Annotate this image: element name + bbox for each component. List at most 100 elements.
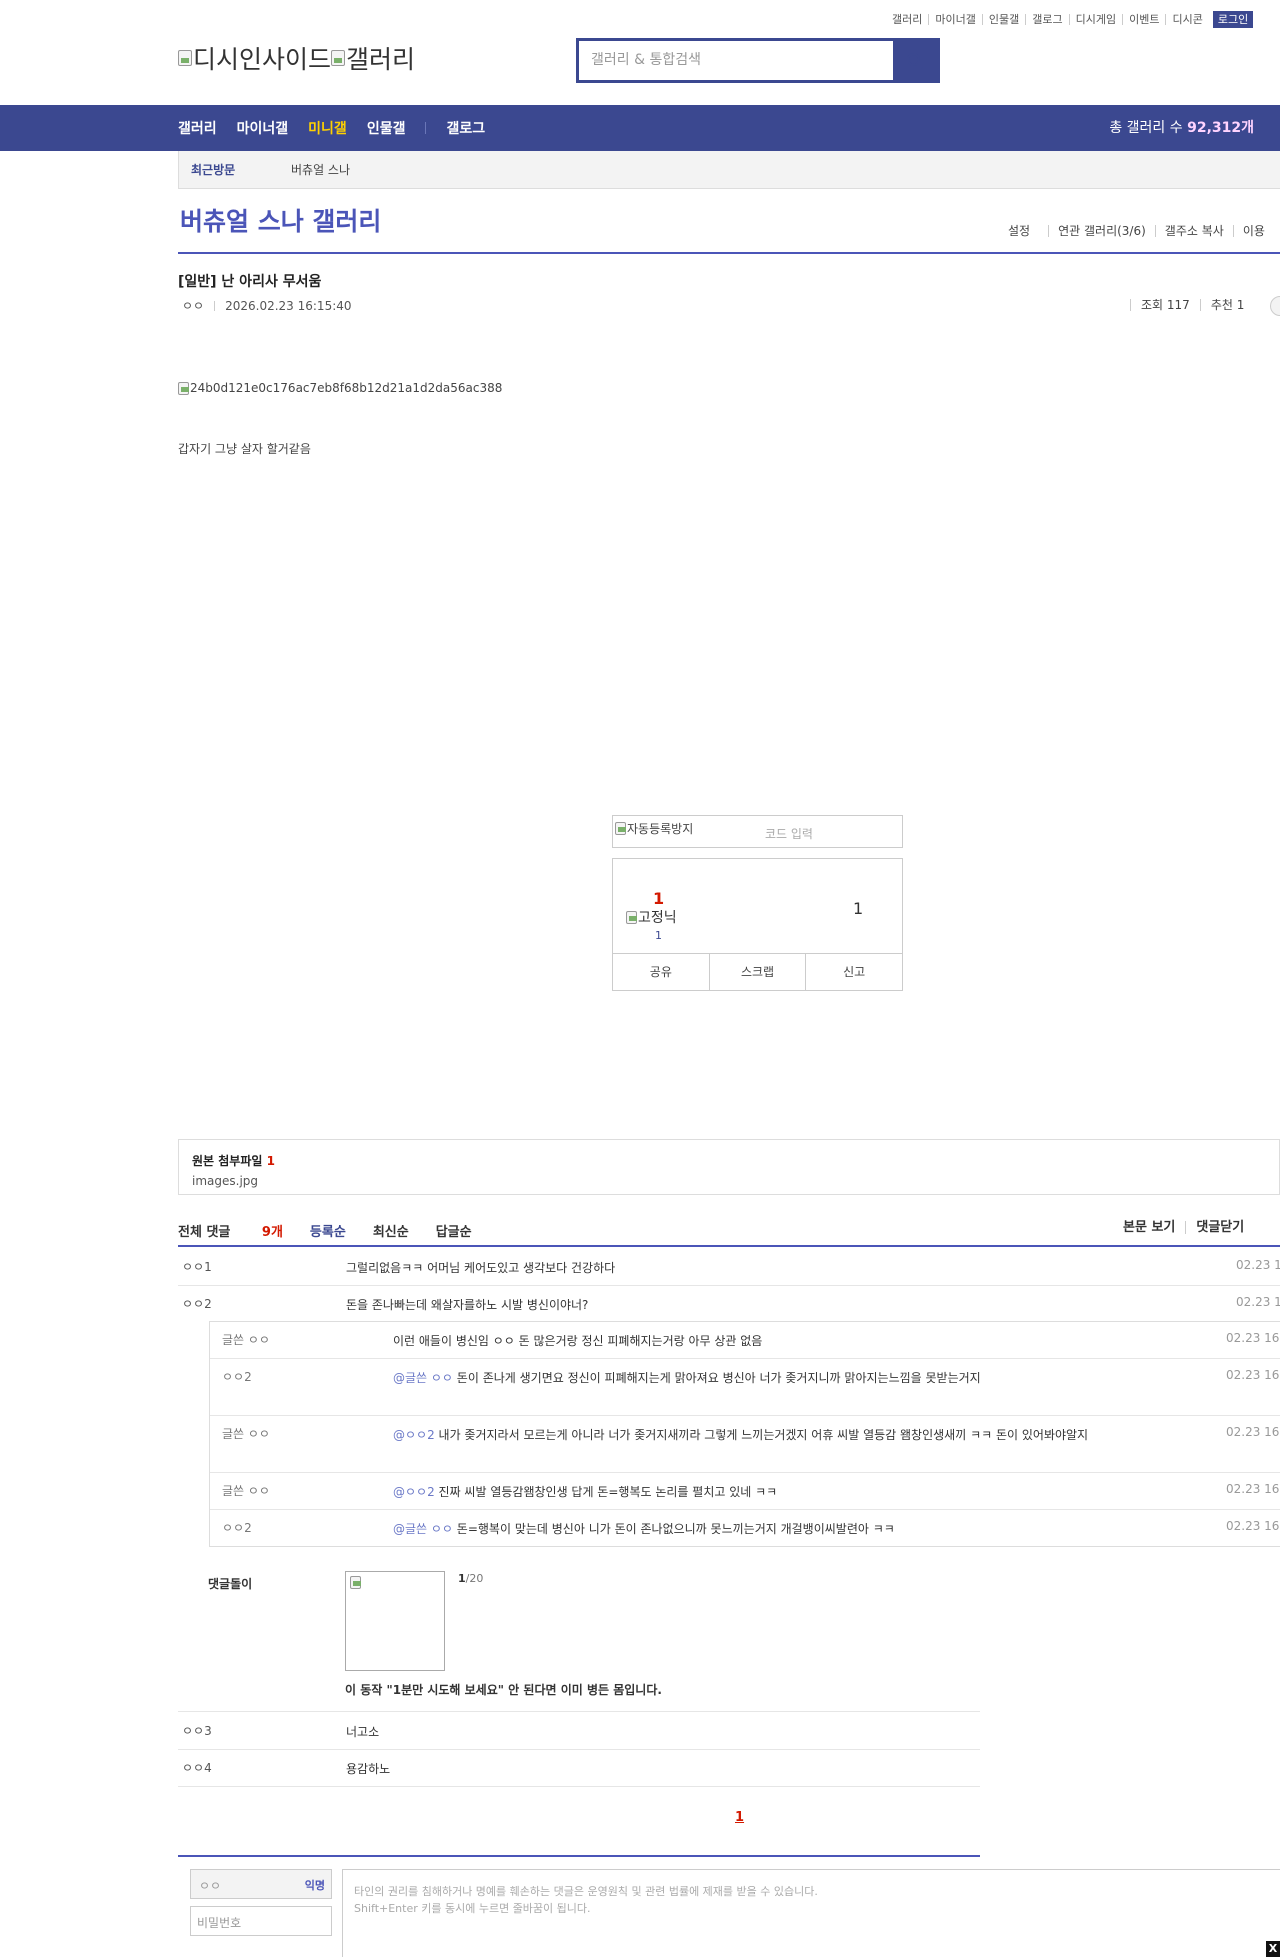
reply-nick[interactable]: ㅇㅇ2 [222,1519,252,1536]
comment-nick[interactable]: ㅇㅇ2 [182,1295,212,1312]
pagination-current[interactable]: 1 [735,1810,744,1825]
reply-nick[interactable]: 글쓴 ㅇㅇ [222,1425,270,1442]
comment-bot-image[interactable] [345,1571,445,1671]
comment-date: 02.23 16 [1236,1295,1280,1309]
reply-date: 02.23 16:2 [1226,1519,1280,1533]
gnb-person[interactable]: 인물갤 [367,118,406,138]
util-gallog-link[interactable]: 갤로그 [1025,14,1068,25]
broken-image-icon [331,50,346,66]
util-event-link[interactable]: 이벤트 [1122,14,1165,25]
view-body-link[interactable]: 본문 보기 [1123,1221,1185,1234]
vote-box: 1 고정닉 1 1 공유 스크랩 신고 [612,858,903,991]
attachment-label: 원본 첨부파일 1 [192,1154,275,1168]
post-body: 갑자기 그냥 살자 할거같음 [178,442,311,456]
fixed-nick-image: 고정닉 [626,907,677,927]
search-icon [907,52,923,69]
attachment-file-link[interactable]: images.jpg [192,1174,1266,1188]
comment-notice: Shift+Enter 키를 동시에 누르면 줄바꿈이 됩니다. [354,1902,591,1915]
usage-link[interactable]: 이용 [1232,225,1274,237]
reply-text: @ㅇㅇ2 내가 좆거지라서 모르는게 아니라 너가 좆거지새끼라 그렇게 느끼는… [393,1428,1089,1442]
gallery-count: 총 갤러리 수 92,312개 [1109,120,1254,136]
settings-link[interactable]: 설정 [1008,225,1048,237]
util-gallery-link[interactable]: 갤러리 [892,14,928,25]
reply-mention[interactable]: @ㅇㅇ2 [393,1485,435,1499]
site-logo[interactable]: 디시인사이드 갤러리 [178,40,415,76]
close-icon[interactable]: X [1266,1941,1280,1957]
comment-nick[interactable]: ㅇㅇ3 [182,1722,212,1739]
comment-textarea[interactable]: 타인의 권리를 침해하거나 명예를 훼손하는 댓글은 운영원칙 및 관련 법률에… [342,1869,1280,1957]
post-image[interactable]: 24b0d121e0c176ac7eb8f68b12d21a1d2da56ac3… [178,381,502,395]
comment-bot-caption: 이 동작 "1분만 시도해 보세요" 안 된다면 이미 병든 몸입니다. [345,1683,662,1697]
sort-registered[interactable]: 등록순 [310,1221,346,1240]
broken-image-icon [626,910,637,924]
util-minor-link[interactable]: 마이너갤 [928,14,981,25]
sort-latest[interactable]: 최신순 [373,1221,409,1240]
util-dccon-link[interactable]: 디시콘 [1165,14,1208,25]
comment-nick[interactable]: ㅇㅇ4 [182,1759,212,1776]
writer-nick-field[interactable]: ㅇㅇ 익명 [190,1869,332,1899]
broken-image-icon [615,822,626,835]
recent-visit-bar: 최근방문 버츄얼 스나 [178,151,1280,189]
reply-mention[interactable]: @글쓴 ㅇㅇ [393,1371,453,1385]
related-gallery-link[interactable]: 연관 갤러리(3/6) [1048,225,1155,237]
comment-date: 02.23 16 [1236,1258,1280,1272]
util-person-link[interactable]: 인물갤 [981,14,1025,25]
captcha-box: 자동등록방지 코드 입력 [612,815,903,848]
recent-visit-label[interactable]: 최근방문 [191,151,235,189]
gnb-mini[interactable]: 미니갤 [308,118,347,138]
fixed-nick-count: 1 [655,929,662,942]
gnb-minor[interactable]: 마이너갤 [237,118,289,138]
search-box: 갤러리 & 통합검색 [576,38,940,83]
reply-text: @글쓴 ㅇㅇ 돈이 존나게 생기면요 정신이 피폐해지는게 맑아져요 병신아 너… [393,1371,981,1385]
gallery-title[interactable]: 버츄얼 스나 갤러리 [180,202,381,238]
copy-address-link[interactable]: 갤주소 복사 [1154,225,1233,237]
comment-header: 전체 댓글 9개 등록순 최신순 답글순 본문 보기 댓글닫기 [178,1221,1280,1247]
divider [178,1855,980,1857]
password-field[interactable]: 비밀번호 [190,1906,332,1936]
more-options-button[interactable] [1270,296,1280,316]
share-button[interactable]: 공유 [613,954,709,990]
util-game-link[interactable]: 디시게임 [1068,14,1122,25]
comment-nick[interactable]: ㅇㅇ1 [182,1258,212,1275]
recent-visit-item[interactable]: 버츄얼 스나 [291,151,350,189]
comment-notice: 타인의 권리를 침해하거나 명예를 훼손하는 댓글은 운영원칙 및 관련 법률에… [354,1885,818,1898]
reply-nick[interactable]: 글쓴 ㅇㅇ [222,1331,270,1348]
captcha-input[interactable]: 코드 입력 [765,825,813,842]
reply-date: 02.23 16:2 [1226,1482,1280,1496]
comment-bot-pager[interactable]: 1/20 [458,1572,483,1585]
reply-mention[interactable]: @ㅇㅇ2 [393,1428,435,1442]
close-comments-link[interactable]: 댓글닫기 [1185,1221,1254,1234]
reply-mention[interactable]: @글쓴 ㅇㅇ [393,1522,453,1536]
reply-text: @ㅇㅇ2 진짜 씨발 열등감왬창인생 답게 돈=행복도 논리를 펼치고 있네 ㅋ… [393,1485,778,1499]
gnb-gallery[interactable]: 갤러리 [178,118,217,138]
gallery-count-value: 92,312개 [1187,120,1254,136]
comment-row: ㅇㅇ4 용감하노 [178,1750,980,1787]
post-views: 조회 117 [1130,299,1200,311]
broken-image-icon [178,381,189,395]
post-writer[interactable]: ㅇㅇ [182,297,204,314]
comment-count: 9개 [261,1225,283,1240]
upvote-count[interactable]: 1 [653,889,664,908]
scrap-button[interactable]: 스크랩 [708,954,806,990]
comment-text: 그럴리없음ㅋㅋ 어머님 케어도있고 생각보다 건강하다 [346,1261,616,1275]
reply-nick[interactable]: 글쓴 ㅇㅇ [222,1482,270,1499]
comment-row: ㅇㅇ2 돈을 존나빠는데 왜살자를하노 시발 병신이야너? 02.23 16 [178,1286,1280,1321]
comment-text: 너고소 [346,1725,380,1739]
reply-date: 02.23 16:2 [1226,1425,1280,1439]
comment-text: 돈을 존나빠는데 왜살자를하노 시발 병신이야너? [346,1298,589,1312]
post-title: [일반] 난 아리사 무서움 [178,274,322,290]
sort-replies[interactable]: 답글순 [436,1221,472,1240]
post-recommend: 추천 1 [1199,299,1255,311]
comment-text: 용감하노 [346,1762,391,1776]
divider [178,252,1280,254]
reply-nick[interactable]: ㅇㅇ2 [222,1368,252,1385]
reply-row: 글쓴 ㅇㅇ @ㅇㅇ2 내가 좆거지라서 모르는게 아니라 너가 좆거지새끼라 그… [210,1416,1280,1473]
login-button[interactable]: 로그인 [1212,11,1254,28]
report-button[interactable]: 신고 [805,954,902,990]
downvote-count[interactable]: 1 [853,899,863,918]
post-date: 2026.02.23 16:15:40 [225,298,352,313]
search-button[interactable] [893,41,937,80]
post-meta: ㅇㅇ 2026.02.23 16:15:40 [182,297,352,314]
search-input[interactable]: 갤러리 & 통합검색 [591,41,891,80]
gnb-gallog[interactable]: 갤로그 [446,118,485,138]
